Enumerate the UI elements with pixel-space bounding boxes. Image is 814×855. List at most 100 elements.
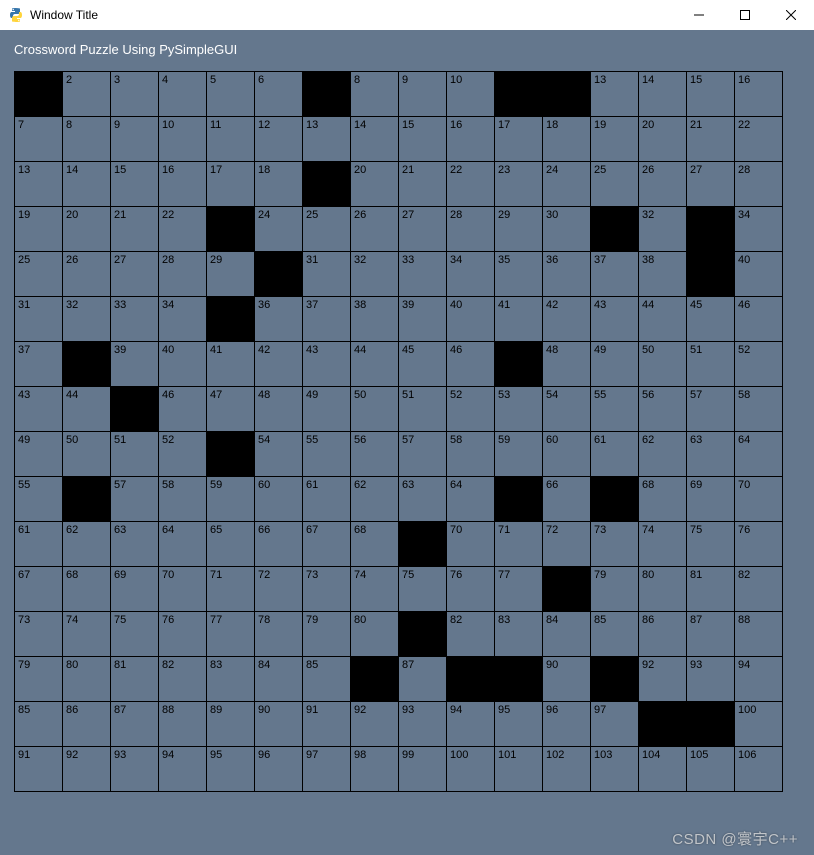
crossword-cell[interactable]: 50 — [351, 387, 399, 432]
crossword-cell[interactable]: 76 — [447, 567, 495, 612]
crossword-cell[interactable]: 86 — [63, 702, 111, 747]
crossword-cell[interactable]: 48 — [255, 387, 303, 432]
close-button[interactable] — [768, 0, 814, 30]
crossword-cell[interactable]: 18 — [255, 162, 303, 207]
crossword-cell[interactable]: 78 — [255, 612, 303, 657]
crossword-cell[interactable]: 85 — [303, 657, 351, 702]
crossword-cell[interactable]: 38 — [351, 297, 399, 342]
crossword-cell[interactable]: 80 — [63, 657, 111, 702]
crossword-cell[interactable]: 88 — [735, 612, 783, 657]
crossword-cell[interactable]: 22 — [447, 162, 495, 207]
crossword-cell[interactable]: 23 — [495, 162, 543, 207]
crossword-cell[interactable]: 68 — [639, 477, 687, 522]
crossword-cell[interactable]: 4 — [159, 72, 207, 117]
crossword-cell[interactable]: 33 — [399, 252, 447, 297]
crossword-cell[interactable]: 33 — [111, 297, 159, 342]
crossword-cell[interactable]: 47 — [207, 387, 255, 432]
crossword-cell[interactable]: 72 — [255, 567, 303, 612]
crossword-cell[interactable]: 97 — [591, 702, 639, 747]
crossword-cell[interactable]: 56 — [639, 387, 687, 432]
crossword-cell[interactable]: 66 — [543, 477, 591, 522]
crossword-cell[interactable]: 87 — [687, 612, 735, 657]
crossword-cell[interactable]: 57 — [111, 477, 159, 522]
crossword-cell[interactable]: 61 — [303, 477, 351, 522]
crossword-cell[interactable]: 79 — [591, 567, 639, 612]
crossword-cell[interactable]: 77 — [495, 567, 543, 612]
crossword-cell[interactable]: 37 — [15, 342, 63, 387]
crossword-cell[interactable]: 74 — [639, 522, 687, 567]
crossword-cell[interactable]: 17 — [207, 162, 255, 207]
crossword-cell[interactable]: 32 — [63, 297, 111, 342]
crossword-cell[interactable]: 55 — [303, 432, 351, 477]
crossword-cell[interactable]: 64 — [735, 432, 783, 477]
crossword-cell[interactable]: 19 — [591, 117, 639, 162]
crossword-cell[interactable]: 87 — [111, 702, 159, 747]
crossword-cell[interactable]: 41 — [495, 297, 543, 342]
crossword-cell[interactable]: 37 — [303, 297, 351, 342]
crossword-cell[interactable]: 101 — [495, 747, 543, 792]
crossword-cell[interactable]: 97 — [303, 747, 351, 792]
crossword-cell[interactable]: 39 — [111, 342, 159, 387]
crossword-cell[interactable]: 27 — [399, 207, 447, 252]
crossword-cell[interactable]: 40 — [159, 342, 207, 387]
crossword-cell[interactable]: 83 — [207, 657, 255, 702]
crossword-cell[interactable]: 25 — [591, 162, 639, 207]
crossword-cell[interactable]: 40 — [735, 252, 783, 297]
crossword-cell[interactable]: 2 — [63, 72, 111, 117]
crossword-cell[interactable]: 80 — [351, 612, 399, 657]
crossword-cell[interactable]: 85 — [591, 612, 639, 657]
crossword-cell[interactable]: 94 — [159, 747, 207, 792]
crossword-cell[interactable]: 25 — [303, 207, 351, 252]
crossword-cell[interactable]: 13 — [303, 117, 351, 162]
crossword-cell[interactable]: 24 — [255, 207, 303, 252]
crossword-cell[interactable]: 58 — [447, 432, 495, 477]
crossword-cell[interactable]: 71 — [495, 522, 543, 567]
crossword-cell[interactable]: 13 — [15, 162, 63, 207]
crossword-cell[interactable]: 65 — [207, 522, 255, 567]
crossword-cell[interactable]: 69 — [687, 477, 735, 522]
crossword-cell[interactable]: 93 — [687, 657, 735, 702]
crossword-cell[interactable]: 16 — [447, 117, 495, 162]
crossword-cell[interactable]: 70 — [735, 477, 783, 522]
crossword-cell[interactable]: 72 — [543, 522, 591, 567]
crossword-cell[interactable]: 58 — [159, 477, 207, 522]
crossword-cell[interactable]: 32 — [639, 207, 687, 252]
crossword-cell[interactable]: 20 — [639, 117, 687, 162]
crossword-cell[interactable]: 70 — [447, 522, 495, 567]
crossword-cell[interactable]: 49 — [15, 432, 63, 477]
crossword-cell[interactable]: 22 — [159, 207, 207, 252]
crossword-cell[interactable]: 46 — [159, 387, 207, 432]
crossword-cell[interactable]: 75 — [399, 567, 447, 612]
crossword-cell[interactable]: 95 — [495, 702, 543, 747]
crossword-cell[interactable]: 28 — [735, 162, 783, 207]
crossword-cell[interactable]: 96 — [543, 702, 591, 747]
crossword-cell[interactable]: 96 — [255, 747, 303, 792]
crossword-cell[interactable]: 54 — [543, 387, 591, 432]
crossword-cell[interactable]: 40 — [447, 297, 495, 342]
crossword-cell[interactable]: 61 — [15, 522, 63, 567]
crossword-cell[interactable]: 7 — [15, 117, 63, 162]
crossword-cell[interactable]: 79 — [303, 612, 351, 657]
crossword-cell[interactable]: 54 — [255, 432, 303, 477]
crossword-cell[interactable]: 64 — [447, 477, 495, 522]
crossword-cell[interactable]: 94 — [735, 657, 783, 702]
crossword-cell[interactable]: 24 — [543, 162, 591, 207]
crossword-cell[interactable]: 93 — [111, 747, 159, 792]
crossword-cell[interactable]: 79 — [15, 657, 63, 702]
crossword-cell[interactable]: 15 — [399, 117, 447, 162]
crossword-cell[interactable]: 60 — [255, 477, 303, 522]
crossword-cell[interactable]: 28 — [447, 207, 495, 252]
crossword-cell[interactable]: 26 — [63, 252, 111, 297]
crossword-cell[interactable]: 21 — [399, 162, 447, 207]
crossword-cell[interactable]: 91 — [303, 702, 351, 747]
crossword-cell[interactable]: 3 — [111, 72, 159, 117]
crossword-cell[interactable]: 38 — [639, 252, 687, 297]
crossword-cell[interactable]: 84 — [543, 612, 591, 657]
crossword-cell[interactable]: 58 — [735, 387, 783, 432]
crossword-cell[interactable]: 80 — [639, 567, 687, 612]
crossword-cell[interactable]: 57 — [399, 432, 447, 477]
crossword-cell[interactable]: 92 — [351, 702, 399, 747]
crossword-cell[interactable]: 27 — [687, 162, 735, 207]
crossword-cell[interactable]: 62 — [351, 477, 399, 522]
crossword-cell[interactable]: 26 — [639, 162, 687, 207]
